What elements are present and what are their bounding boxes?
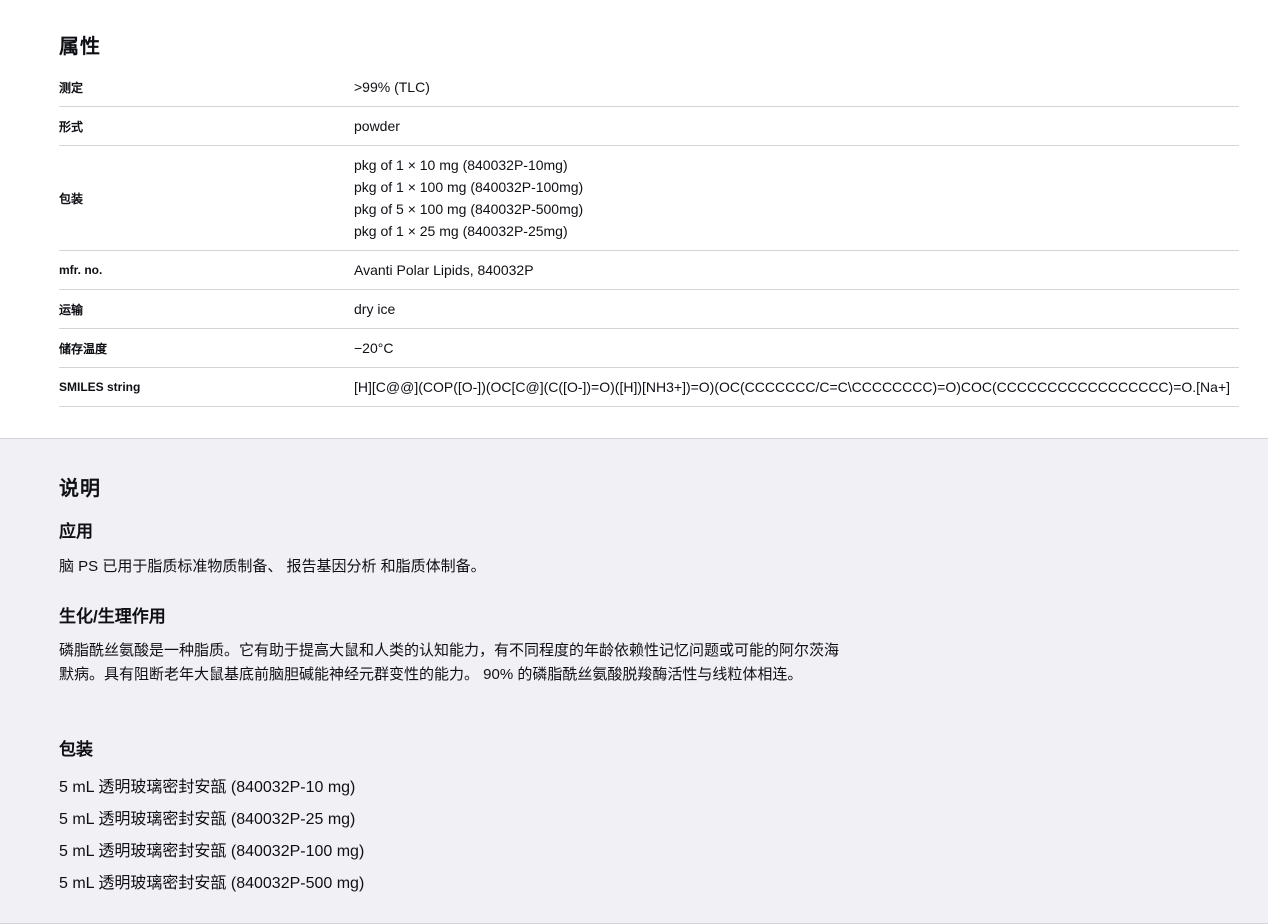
property-label: 测定 — [59, 80, 84, 95]
property-label: 储存温度 — [59, 341, 108, 356]
property-value: [H][C@@](COP([O-])(OC[C@](C([O-])=O)([H]… — [354, 379, 1231, 395]
list-item: 5 mL 透明玻璃密封安瓿 (840032P-10 mg) — [59, 779, 356, 796]
property-row-shipping: 运输 dry ice — [59, 290, 1239, 329]
property-value: powder — [354, 118, 400, 134]
property-value: dry ice — [354, 301, 396, 317]
packaging-heading: 包装 — [59, 740, 93, 759]
description-section: 说明 应用 脑 PS 已用于脂质标准物质制备、 报告基因分析 和脂质体制备。 生… — [0, 438, 1268, 924]
application-text: 脑 PS 已用于脂质标准物质制备、 报告基因分析 和脂质体制备。 — [59, 558, 486, 575]
property-row-mfr-no: mfr. no. Avanti Polar Lipids, 840032P — [59, 251, 1239, 290]
property-value: >99% (TLC) — [354, 79, 430, 95]
biochem-text: 磷脂酰丝氨酸是一种脂质。它有助于提高大鼠和人类的认知能力，有不同程度的年龄依赖性… — [59, 642, 840, 683]
properties-title: 属性 — [59, 36, 101, 58]
property-label: SMILES string — [59, 380, 141, 394]
property-row-assay: 测定 >99% (TLC) — [59, 68, 1239, 107]
description-title: 说明 — [59, 478, 101, 500]
property-value: −20°C — [354, 340, 394, 356]
properties-section: 属性 测定 >99% (TLC) 形式 powder 包装 pkg of 1 ×… — [0, 0, 1268, 438]
property-value: pkg of 1 × 10 mg (840032P-10mg) pkg of 1… — [354, 157, 584, 239]
application-heading: 应用 — [59, 522, 93, 541]
property-row-smiles: SMILES string [H][C@@](COP([O-])(OC[C@](… — [59, 368, 1239, 407]
list-item: 5 mL 透明玻璃密封安瓿 (840032P-25 mg) — [59, 811, 356, 828]
property-label: 包装 — [59, 191, 84, 206]
list-item: 5 mL 透明玻璃密封安瓿 (840032P-100 mg) — [59, 843, 365, 860]
property-label: 运输 — [59, 302, 84, 317]
biochem-heading: 生化/生理作用 — [59, 607, 166, 626]
packaging-list: 5 mL 透明玻璃密封安瓿 (840032P-10 mg) 5 mL 透明玻璃密… — [59, 772, 364, 900]
property-value: Avanti Polar Lipids, 840032P — [354, 262, 534, 278]
property-row-storage-temp: 储存温度 −20°C — [59, 329, 1239, 368]
properties-table: 测定 >99% (TLC) 形式 powder 包装 pkg of 1 × 10… — [59, 68, 1239, 407]
property-label: mfr. no. — [59, 263, 103, 277]
property-row-packaging: 包装 pkg of 1 × 10 mg (840032P-10mg) pkg o… — [59, 146, 1239, 251]
property-row-form: 形式 powder — [59, 107, 1239, 146]
property-label: 形式 — [59, 119, 84, 134]
list-item: 5 mL 透明玻璃密封安瓿 (840032P-500 mg) — [59, 875, 365, 892]
